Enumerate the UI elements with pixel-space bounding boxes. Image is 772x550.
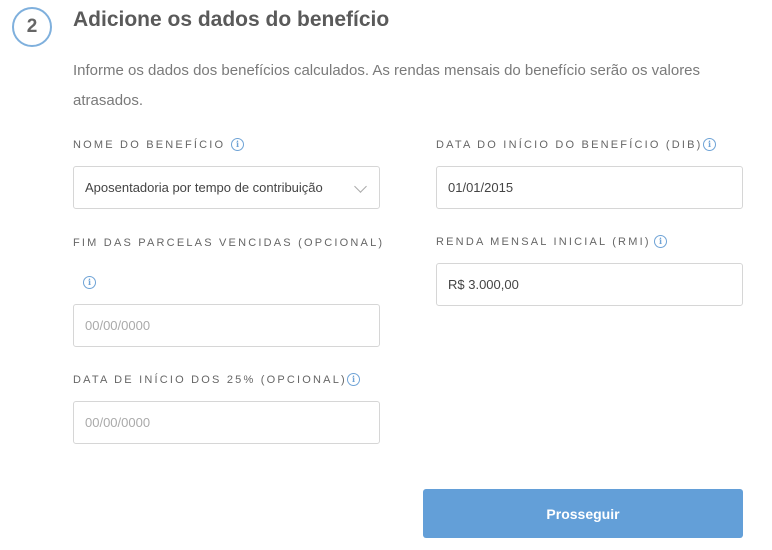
end-installments-label: FIM DAS PARCELAS VENCIDAS (OPCIONAL)	[73, 237, 385, 249]
benefit-name-select[interactable]: Aposentadoria por tempo de contribuição	[73, 166, 380, 209]
dib-value: 01/01/2015	[448, 180, 514, 195]
info-icon[interactable]: i	[703, 138, 716, 151]
info-icon[interactable]: i	[83, 276, 96, 289]
end-installments-placeholder: 00/00/0000	[85, 318, 151, 333]
end-installments-input[interactable]: 00/00/0000	[73, 304, 380, 347]
dib-input[interactable]: 01/01/2015	[436, 166, 743, 209]
dib-label: DATA DO INÍCIO DO BENEFÍCIO (DIB)	[436, 139, 703, 151]
info-icon[interactable]: i	[231, 138, 244, 151]
section-description: Informe os dados dos benefícios calculad…	[73, 62, 701, 109]
benefit-name-label: NOME DO BENEFÍCIO	[73, 139, 226, 151]
chevron-down-icon	[354, 180, 367, 193]
start-25-label: DATA DE INÍCIO DOS 25% (OPCIONAL)	[73, 374, 347, 386]
proceed-button[interactable]: Prosseguir	[423, 489, 743, 538]
info-icon[interactable]: i	[347, 373, 360, 386]
step-number-badge: 2	[12, 7, 52, 47]
section-title: Adicione os dados do benefício	[73, 8, 390, 31]
start-25-input[interactable]: 00/00/0000	[73, 401, 380, 444]
rmi-input[interactable]: R$ 3.000,00	[436, 263, 743, 306]
rmi-value: R$ 3.000,00	[448, 277, 519, 292]
start-25-placeholder: 00/00/0000	[85, 415, 151, 430]
benefit-name-value: Aposentadoria por tempo de contribuição	[85, 180, 323, 195]
rmi-label: RENDA MENSAL INICIAL (RMI)	[436, 236, 651, 248]
info-icon[interactable]: i	[654, 235, 667, 248]
